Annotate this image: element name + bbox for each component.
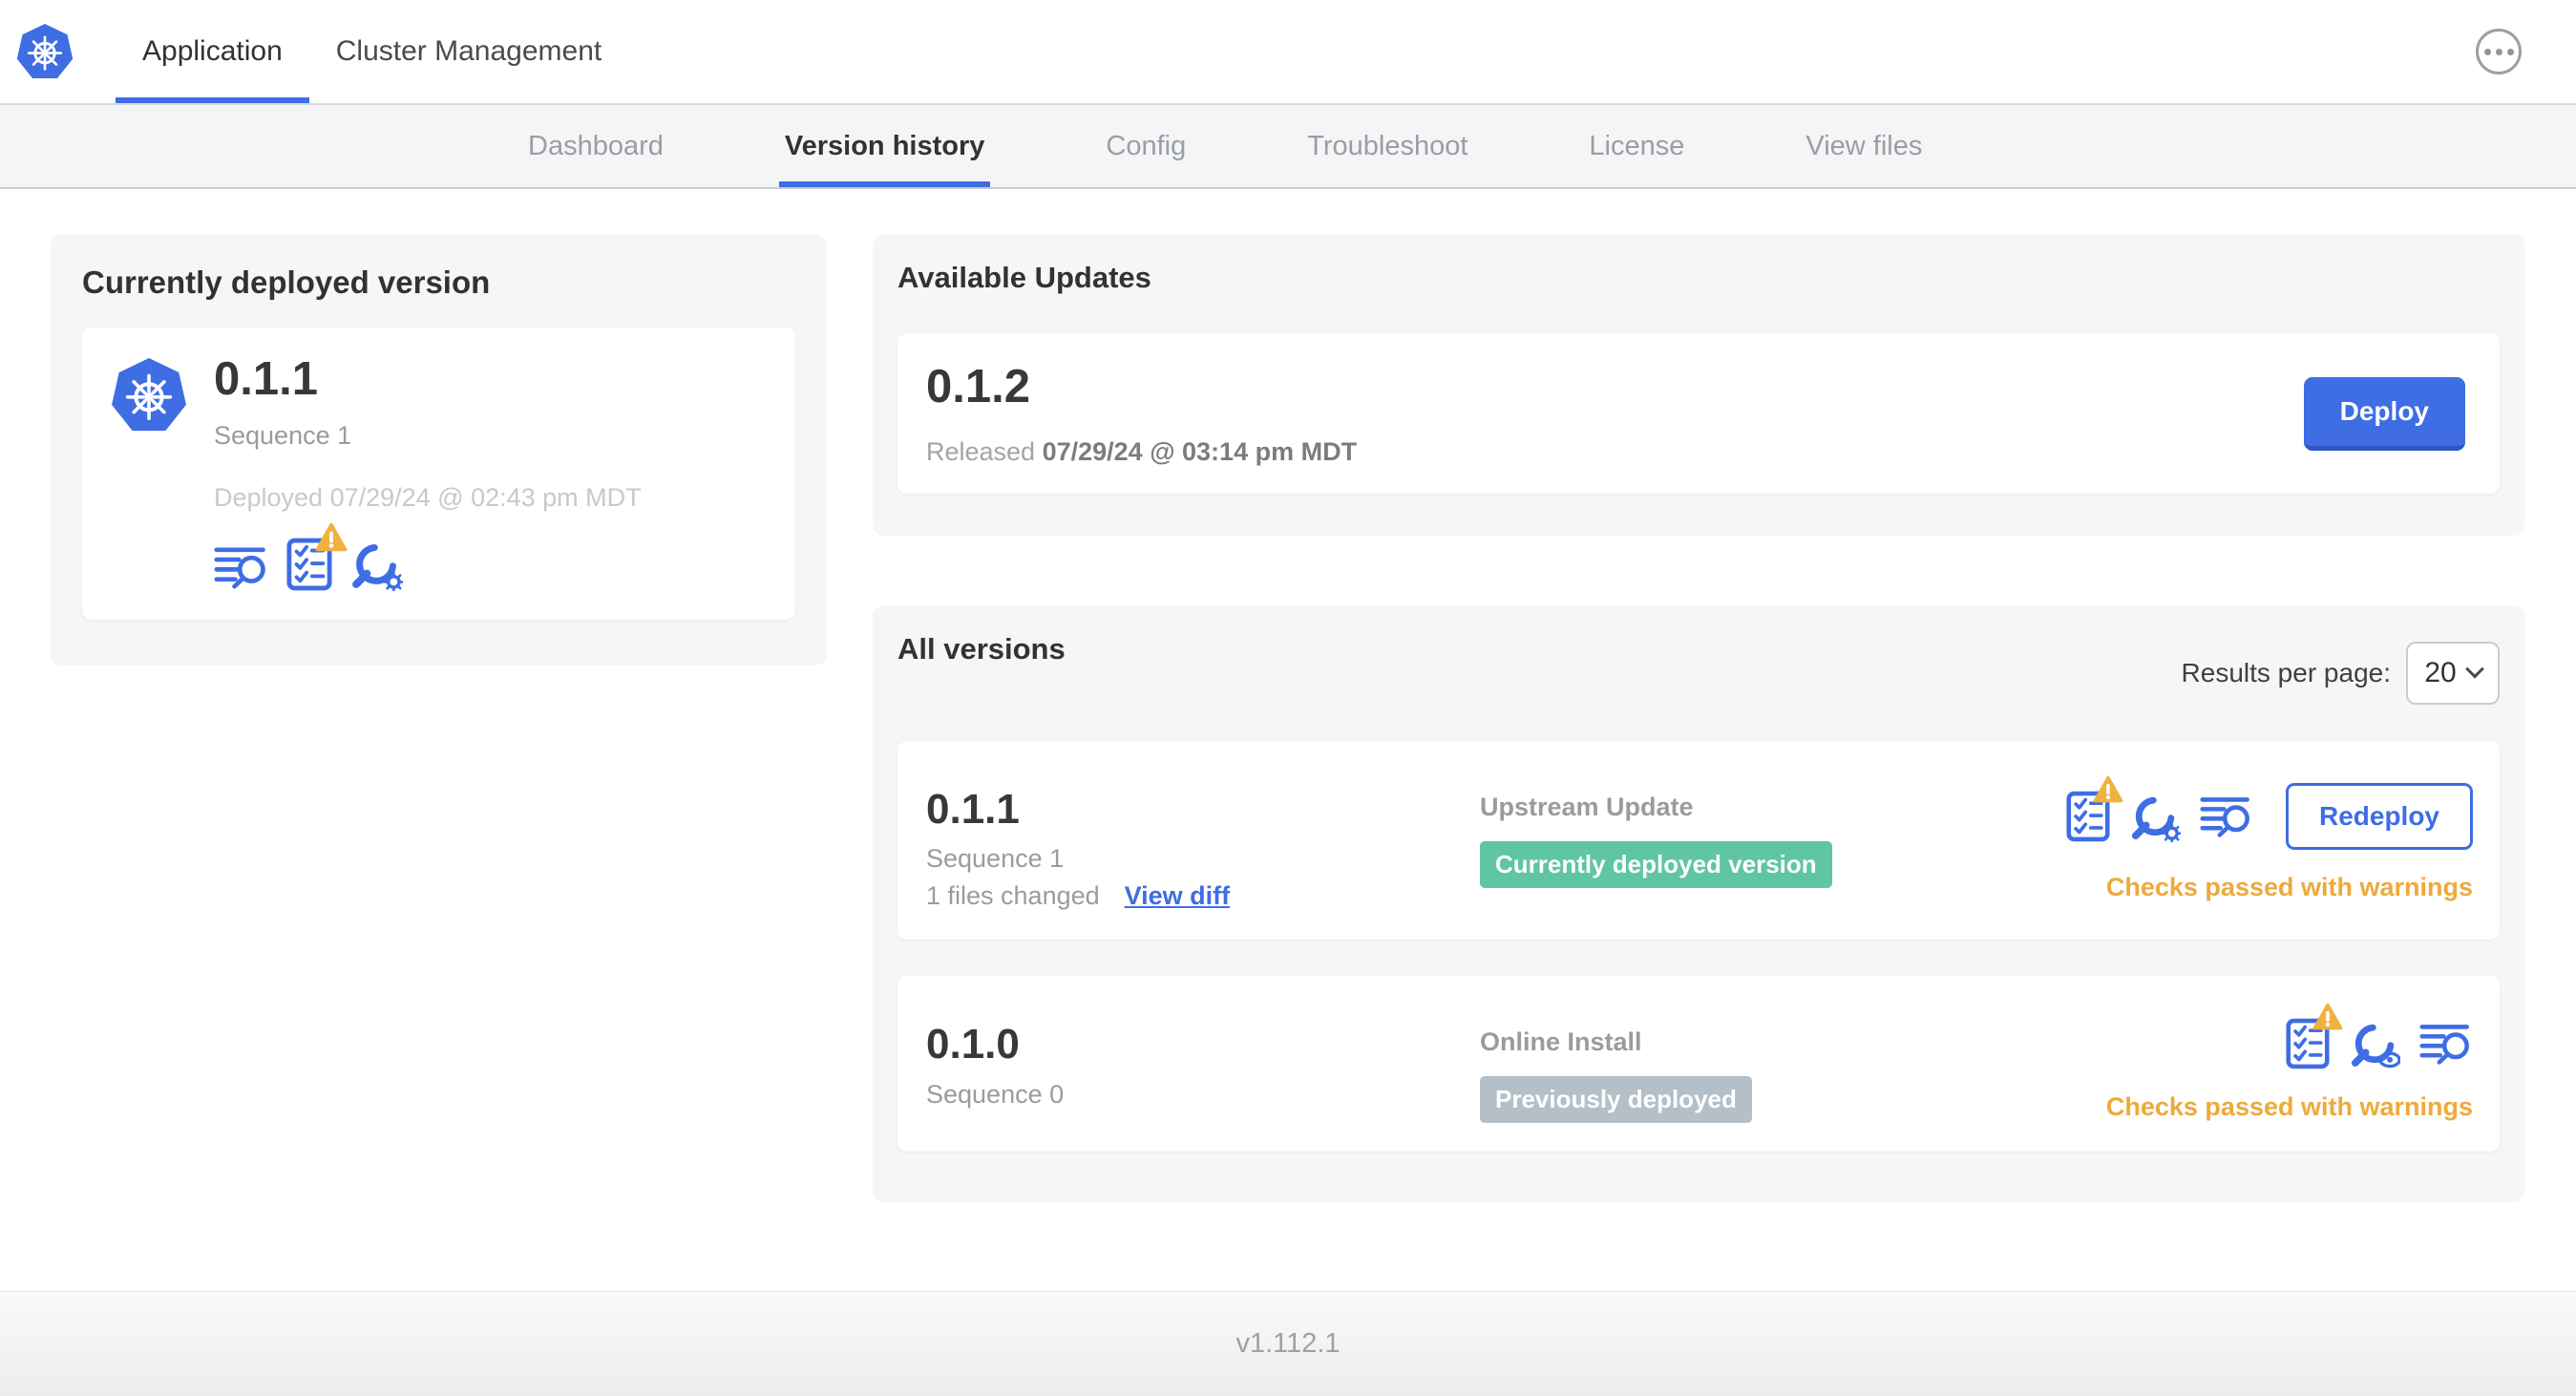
tab-application-label: Application	[142, 35, 283, 67]
results-per-page-select[interactable]: 20	[2406, 642, 2500, 705]
redeploy-button[interactable]: Redeploy	[2285, 783, 2473, 850]
available-updates-card: Available Updates 0.1.2 Released 07/29/2…	[873, 234, 2524, 536]
ellipsis-icon	[2483, 48, 2491, 55]
edit-config-icon[interactable]	[349, 538, 403, 592]
version-info: 0.1.0 Sequence 0	[926, 1005, 1480, 1109]
main-content: Currently deployed version 0.1.1 Sequenc…	[0, 189, 2576, 1291]
tab-troubleshoot[interactable]: Troubleshoot	[1307, 105, 1467, 187]
preflight-checks-icon[interactable]	[286, 522, 348, 591]
view-config-icon[interactable]	[2349, 1018, 2400, 1069]
console-version: v1.112.1	[1235, 1328, 1341, 1359]
deploy-logs-icon[interactable]	[2200, 794, 2253, 839]
update-row: 0.1.2 Released 07/29/24 @ 03:14 pm MDT D…	[897, 333, 2500, 494]
tab-license[interactable]: License	[1589, 105, 1684, 187]
results-per-page-label: Results per page:	[2181, 658, 2391, 687]
checks-status-link[interactable]: Checks passed with warnings	[2106, 873, 2473, 902]
right-column: Available Updates 0.1.2 Released 07/29/2…	[873, 234, 2524, 1202]
version-source: Online Install	[1480, 1027, 1642, 1057]
header-tabs: Application Cluster Management	[116, 0, 628, 103]
deploy-logs-icon[interactable]	[214, 544, 269, 591]
row-sequence: Sequence 0	[926, 1079, 1065, 1109]
tab-version-history[interactable]: Version history	[778, 105, 990, 187]
app-icon	[110, 356, 188, 434]
version-source: Upstream Update	[1480, 793, 1694, 821]
tab-dashboard[interactable]: Dashboard	[528, 105, 664, 187]
warning-triangle-icon	[2312, 1003, 2345, 1032]
all-versions-header: All versions Results per page: 20	[897, 632, 2500, 705]
header-right	[2476, 0, 2576, 103]
version-row: 0.1.0 Sequence 0 Online Install Previous…	[897, 976, 2500, 1153]
checks-status-link[interactable]: Checks passed with warnings	[2106, 1092, 2473, 1122]
status-badge: Currently deployed version	[1480, 841, 1832, 888]
currently-deployed-title: Currently deployed version	[82, 264, 491, 300]
tab-application[interactable]: Application	[116, 0, 309, 103]
deploy-logs-icon[interactable]	[2419, 1022, 2473, 1067]
kubernetes-logo-icon	[15, 22, 74, 81]
row-files-changed: 1 files changed View diff	[926, 881, 1231, 911]
tab-view-files[interactable]: View files	[1805, 105, 1922, 187]
preflight-checks-icon[interactable]	[2066, 775, 2123, 842]
update-released-date: 07/29/24 @ 03:14 pm MDT	[1042, 436, 1358, 466]
version-actions: Redeploy Checks passed with warnings	[2066, 775, 2473, 902]
deployed-action-icons	[214, 522, 642, 592]
version-action-icons	[2286, 1003, 2473, 1069]
row-version-number: 0.1.0	[926, 1021, 1020, 1068]
row-version-number: 0.1.1	[926, 786, 1020, 833]
row-sequence: Sequence 1	[926, 844, 1065, 874]
deployed-sequence: Sequence 1	[214, 421, 352, 451]
preflight-checks-icon[interactable]	[2286, 1003, 2343, 1069]
results-per-page: Results per page: 20	[2182, 642, 2500, 705]
version-info: 0.1.1 Sequence 1 1 files changed View di…	[926, 770, 1480, 911]
update-version-number: 0.1.2	[926, 361, 1030, 413]
update-released-line: Released 07/29/24 @ 03:14 pm MDT	[926, 436, 1358, 466]
available-updates-title: Available Updates	[897, 261, 1151, 294]
deployed-version-number: 0.1.1	[214, 353, 318, 405]
tab-cluster-management[interactable]: Cluster Management	[309, 0, 628, 103]
version-row: 0.1.1 Sequence 1 1 files changed View di…	[897, 741, 2500, 941]
app-subnav: Dashboard Version history Config Trouble…	[0, 105, 2576, 189]
all-versions-card: All versions Results per page: 20 0.1.1 …	[873, 605, 2524, 1202]
deployed-timestamp: Deployed 07/29/24 @ 02:43 pm MDT	[214, 483, 642, 513]
warning-triangle-icon	[2093, 775, 2125, 805]
deploy-button[interactable]: Deploy	[2303, 376, 2465, 451]
version-actions: Checks passed with warnings	[2106, 1003, 2473, 1122]
currently-deployed-version-card: 0.1.1 Sequence 1 Deployed 07/29/24 @ 02:…	[82, 328, 795, 620]
chevron-down-icon	[2464, 659, 2484, 679]
tab-cluster-management-label: Cluster Management	[335, 35, 602, 67]
tab-config[interactable]: Config	[1106, 105, 1186, 187]
status-badge: Previously deployed	[1480, 1076, 1752, 1124]
more-options-button[interactable]	[2476, 29, 2522, 74]
all-versions-title: All versions	[897, 632, 1066, 666]
edit-config-icon[interactable]	[2129, 791, 2181, 842]
version-action-icons: Redeploy	[2066, 775, 2473, 850]
view-diff-link[interactable]: View diff	[1125, 881, 1231, 911]
version-status: Upstream Update Currently deployed versi…	[1480, 793, 1957, 888]
app-header: Application Cluster Management	[0, 0, 2576, 105]
app-footer: v1.112.1	[0, 1291, 2576, 1396]
version-status: Online Install Previously deployed	[1480, 1027, 1957, 1124]
currently-deployed-card: Currently deployed version 0.1.1 Sequenc…	[51, 234, 827, 666]
warning-triangle-icon	[315, 522, 348, 552]
